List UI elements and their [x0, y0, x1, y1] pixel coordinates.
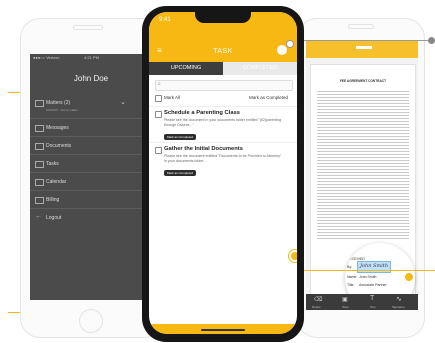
signature-value: John Smith	[360, 263, 389, 269]
briefcase-icon	[35, 100, 44, 107]
menu-label: Calendar	[46, 179, 67, 185]
menu-label: Matters (2)	[46, 100, 71, 106]
header-title-placeholder	[356, 46, 372, 49]
task-checkbox[interactable]	[155, 147, 162, 154]
callout-line	[300, 270, 435, 271]
mark-completed-button[interactable]: Mark as Completed	[164, 134, 197, 140]
menu-label: Billing	[46, 197, 60, 203]
mark-all-checkbox[interactable]	[155, 95, 162, 102]
tasks-icon	[35, 161, 44, 168]
status-bar: ●●●○○ Verizon 4:21 PM	[30, 54, 152, 62]
signature-field[interactable]: John Smith	[357, 261, 391, 273]
logout-icon: ←	[35, 213, 42, 220]
delete-label: Delete	[312, 305, 321, 309]
left-phone-screen: ●●●○○ Verizon 4:21 PM John Doe Matters (…	[30, 54, 152, 300]
menu-label: Logout	[46, 215, 62, 221]
menu-label: Tasks	[46, 161, 59, 167]
task-description: Please see the document in your document…	[164, 118, 282, 127]
name-label: Name:	[347, 275, 358, 279]
mark-all-label: Mark All	[164, 95, 181, 100]
speaker-grille	[73, 25, 103, 30]
delete-icon[interactable]: ⌫	[314, 296, 322, 303]
menu-item-tasks[interactable]: Tasks	[30, 155, 152, 173]
document-body-text	[317, 89, 409, 239]
calendar-icon	[35, 179, 44, 186]
text-icon[interactable]: T	[370, 295, 374, 302]
chevron-down-icon[interactable]: ⌄	[120, 98, 126, 106]
task-item[interactable]: Gather the Initial Documents Please see …	[149, 142, 297, 177]
callout-dot	[403, 271, 415, 283]
menu-item-logout[interactable]: ← Logout	[30, 209, 152, 226]
tab-upcoming[interactable]: UPCOMING	[149, 62, 223, 75]
center-phone-screen: 9:41 ≡ TASK UPCOMING COMPLETED ⌕ Mark Al…	[149, 12, 297, 334]
tab-completed[interactable]: COMPLETED	[223, 62, 297, 75]
signature-label: Signature	[392, 305, 405, 309]
menu-item-calendar[interactable]: Calendar	[30, 173, 152, 191]
message-icon	[35, 125, 44, 132]
save-label: Save	[342, 305, 349, 309]
mark-completed-button[interactable]: Mark as Completed	[164, 170, 197, 176]
callout-dot	[286, 40, 294, 48]
home-indicator	[201, 329, 245, 331]
tab-bar: UPCOMING COMPLETED	[149, 62, 297, 75]
document-toolbar: ⌫ Delete ▣ Save T Text ∿ Signature	[306, 294, 418, 310]
bottom-accent-bar	[149, 324, 297, 334]
speaker-grille	[348, 24, 374, 29]
mark-as-completed-link[interactable]: Mark as Completed	[249, 95, 288, 100]
avatar[interactable]	[277, 45, 287, 55]
phone-notch	[195, 12, 251, 23]
search-input[interactable]: ⌕	[155, 80, 293, 91]
text-label: Text	[370, 305, 376, 309]
task-title: Schedule a Parenting Class	[164, 110, 241, 116]
task-description: Please see the document entitled "Docume…	[164, 154, 282, 163]
status-time: 9:41	[159, 17, 171, 23]
title-value: Associate Partner	[359, 283, 387, 287]
callout-dot	[289, 250, 297, 262]
menu-item-matters[interactable]: Matters (2) XXXXXX - Some matter ⌄	[30, 94, 152, 119]
name-value: John Smith	[359, 275, 377, 279]
menu-label: Documents	[46, 143, 72, 149]
billing-icon	[35, 197, 44, 204]
document-header-bar	[306, 40, 418, 58]
menu-sublabel: XXXXXX - Some matter	[46, 108, 78, 112]
document-icon	[35, 143, 44, 150]
page-title: TASK	[213, 48, 233, 55]
document-title: FEE AGREEMENT CONTRACT	[339, 79, 387, 83]
carrier-text: ●●●○○ Verizon	[33, 55, 60, 60]
callout-line	[290, 40, 428, 41]
user-name: John Doe	[73, 74, 109, 83]
status-time: 4:21 PM	[84, 55, 99, 60]
search-icon: ⌕	[158, 81, 161, 87]
save-icon[interactable]: ▣	[342, 296, 348, 303]
menu-label: Messages	[46, 125, 69, 131]
signature-icon[interactable]: ∿	[396, 295, 402, 303]
task-title: Gather the Initial Documents	[164, 146, 243, 152]
title-label: Title:	[347, 283, 355, 287]
task-checkbox[interactable]	[155, 111, 162, 118]
callout-dot	[428, 37, 435, 44]
document-page: FEE AGREEMENT CONTRACT RECEIVED By: John…	[310, 64, 416, 310]
home-button[interactable]	[79, 309, 103, 333]
menu-item-documents[interactable]: Documents	[30, 137, 152, 155]
menu-item-billing[interactable]: Billing	[30, 191, 152, 209]
task-item[interactable]: Schedule a Parenting Class Please see th…	[149, 106, 297, 141]
by-label: By:	[347, 265, 353, 269]
menu-item-messages[interactable]: Messages	[30, 119, 152, 137]
